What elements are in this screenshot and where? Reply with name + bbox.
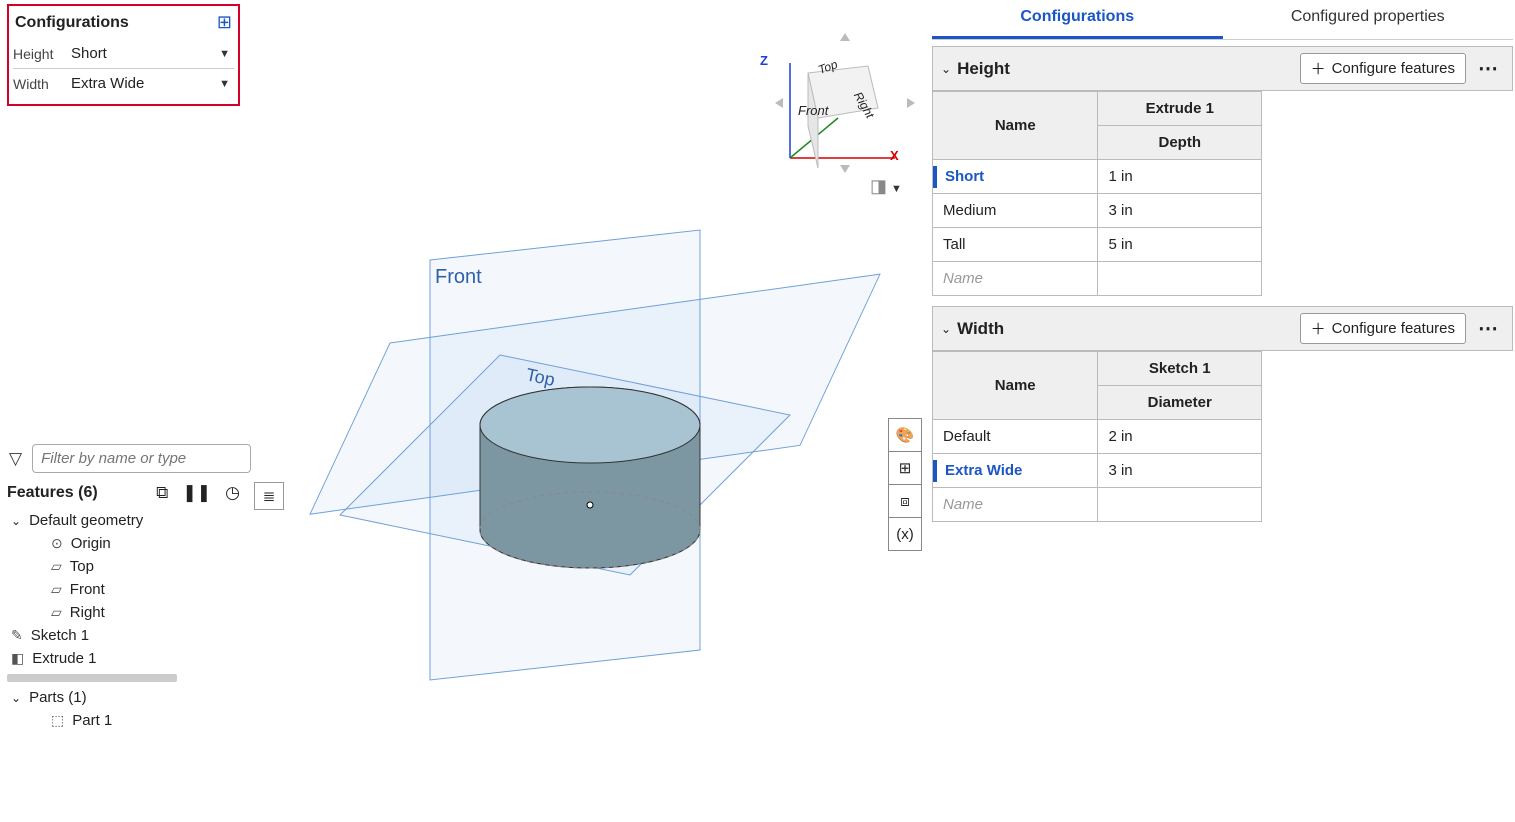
config-panel-title: Configurations xyxy=(15,14,129,32)
width-row-new[interactable]: Name xyxy=(933,488,1262,522)
plane-icon: ▱ xyxy=(51,604,62,621)
width-table: Name Sketch 1 Diameter Default 2 in Extr… xyxy=(932,351,1262,522)
sketch-icon: ✎ xyxy=(11,627,23,644)
width-value-header: Diameter xyxy=(1098,386,1262,420)
height-row-medium[interactable]: Medium 3 in xyxy=(933,194,1262,228)
chevron-down-icon: ▼ xyxy=(219,78,230,90)
height-row-tall[interactable]: Tall 5 in xyxy=(933,228,1262,262)
tool-appearances[interactable]: 🎨 xyxy=(888,418,922,452)
chevron-down-icon: ⌄ xyxy=(11,514,21,528)
config-height-select[interactable]: Short ▼ xyxy=(67,43,234,64)
width-row-default[interactable]: Default 2 in xyxy=(933,420,1262,454)
chevron-down-icon: ⌄ xyxy=(11,691,21,705)
width-name-header: Name xyxy=(933,352,1098,420)
tree-parts-header[interactable]: ⌄ Parts (1) xyxy=(7,686,240,709)
right-tool-strip: 🎨 ⊞ ⧈ (x) xyxy=(888,418,926,550)
feature-list-toggle[interactable]: ≣ xyxy=(254,482,284,510)
config-row-height: Height Short ▼ xyxy=(13,39,234,69)
features-header: Features (6) xyxy=(7,484,138,502)
tool-custom-tables[interactable]: ⧈ xyxy=(888,484,922,518)
tree-default-geometry[interactable]: ⌄ Default geometry xyxy=(7,509,240,532)
filter-input[interactable] xyxy=(32,444,251,473)
configure-features-button[interactable]: ＋ Configure features xyxy=(1300,313,1466,344)
section-title-width: Width xyxy=(957,319,1300,339)
config-tabs: Configurations Configured properties xyxy=(932,0,1513,40)
config-width-label: Width xyxy=(13,76,67,92)
config-table-icon[interactable]: ⊞ xyxy=(217,12,232,33)
tree-origin[interactable]: ⊙ Origin xyxy=(7,532,240,555)
view-cube[interactable]: Z X Top Front Right xyxy=(760,18,930,188)
tab-configurations[interactable]: Configurations xyxy=(932,0,1223,39)
viewcube-face-front[interactable]: Front xyxy=(798,103,828,118)
tree-scrollbar[interactable] xyxy=(7,674,177,682)
config-panel: Configurations ⊞ Height Short ▼ Width Ex… xyxy=(7,4,240,106)
plane-label-front: Front xyxy=(435,266,482,288)
plane-icon: ▱ xyxy=(51,558,62,575)
height-table: Name Extrude 1 Depth Short 1 in Medium 3… xyxy=(932,91,1262,296)
pause-icon[interactable]: ❚❚ xyxy=(182,483,211,502)
height-feature-header: Extrude 1 xyxy=(1098,92,1262,126)
part-icon: ⬚ xyxy=(51,712,64,729)
section-header-width[interactable]: ⌄ Width ＋ Configure features ⋯ xyxy=(932,306,1513,351)
display-style-dropdown[interactable]: ◨▼ xyxy=(870,176,902,197)
add-feature-icon[interactable]: ⧉ xyxy=(156,483,168,502)
plus-icon: ＋ xyxy=(1311,318,1326,339)
height-row-new[interactable]: Name xyxy=(933,262,1262,296)
tree-top[interactable]: ▱ Top xyxy=(7,555,240,578)
more-menu-icon[interactable]: ⋯ xyxy=(1474,56,1504,81)
height-value-header: Depth xyxy=(1098,126,1262,160)
tab-configured-properties[interactable]: Configured properties xyxy=(1223,0,1514,39)
config-row-width: Width Extra Wide ▼ xyxy=(13,69,234,98)
width-row-extra-wide[interactable]: Extra Wide 3 in xyxy=(933,454,1262,488)
features-panel: ▽ Features (6) ⧉ ❚❚ ◷ ⌄ Default geometry… xyxy=(7,442,240,732)
chevron-down-icon: ▼ xyxy=(219,48,230,60)
width-feature-header: Sketch 1 xyxy=(1098,352,1262,386)
axis-z-label: Z xyxy=(760,53,768,68)
configurations-right-panel: Configurations Configured properties ⌄ H… xyxy=(932,0,1513,522)
height-row-short[interactable]: Short 1 in xyxy=(933,160,1262,194)
plus-icon: ＋ xyxy=(1311,58,1326,79)
tree-part1[interactable]: ⬚ Part 1 xyxy=(7,709,240,732)
tool-config-table[interactable]: ⊞ xyxy=(888,451,922,485)
tool-variables[interactable]: (x) xyxy=(888,517,922,551)
chevron-down-icon: ⌄ xyxy=(941,62,951,76)
tree-front[interactable]: ▱ Front xyxy=(7,578,240,601)
section-title-height: Height xyxy=(957,59,1300,79)
plane-icon: ▱ xyxy=(51,581,62,598)
axis-x-label: X xyxy=(890,148,899,163)
section-header-height[interactable]: ⌄ Height ＋ Configure features ⋯ xyxy=(932,46,1513,91)
config-height-value: Short xyxy=(71,45,107,62)
more-menu-icon[interactable]: ⋯ xyxy=(1474,316,1504,341)
extrude-icon: ◧ xyxy=(11,650,24,667)
stopwatch-icon[interactable]: ◷ xyxy=(225,483,240,502)
height-name-header: Name xyxy=(933,92,1098,160)
tree-right[interactable]: ▱ Right xyxy=(7,601,240,624)
config-width-value: Extra Wide xyxy=(71,75,144,92)
config-height-label: Height xyxy=(13,46,67,62)
config-width-select[interactable]: Extra Wide ▼ xyxy=(67,73,234,94)
configure-features-button[interactable]: ＋ Configure features xyxy=(1300,53,1466,84)
tree-extrude1[interactable]: ◧ Extrude 1 xyxy=(7,647,240,670)
filter-icon[interactable]: ▽ xyxy=(9,449,22,469)
chevron-down-icon: ⌄ xyxy=(941,322,951,336)
origin-icon: ⊙ xyxy=(51,535,63,552)
tree-sketch1[interactable]: ✎ Sketch 1 xyxy=(7,624,240,647)
